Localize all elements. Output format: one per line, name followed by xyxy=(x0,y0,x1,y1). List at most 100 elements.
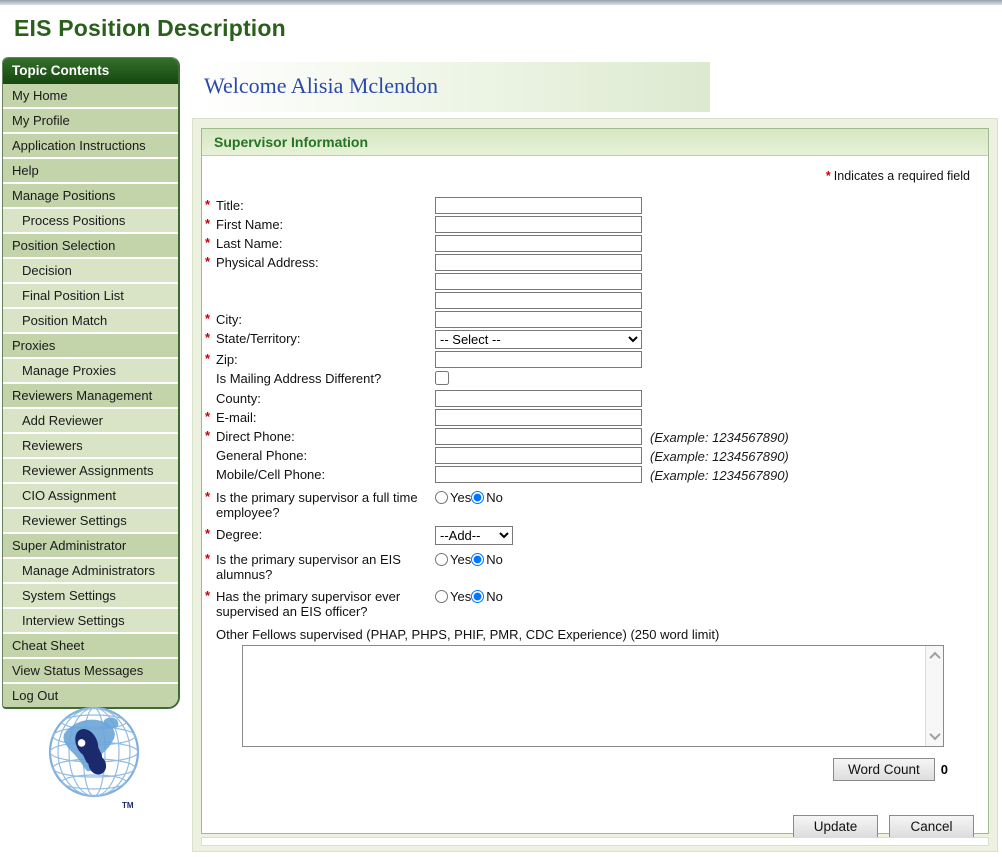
sidebar-item-reviewers-management[interactable]: Reviewers Management xyxy=(3,384,178,409)
degree-select[interactable]: --Add-- xyxy=(435,526,513,545)
degree-row: * Degree: --Add-- xyxy=(205,526,988,545)
physical-address-line2-input[interactable] xyxy=(435,273,642,290)
eis-globe-logo-icon: TM xyxy=(38,700,150,818)
sidebar-item-view-status-messages[interactable]: View Status Messages xyxy=(3,659,178,684)
sidebar-item-reviewer-settings[interactable]: Reviewer Settings xyxy=(3,509,178,534)
zip-input[interactable] xyxy=(435,351,642,368)
supervised-officer-no-radio[interactable] xyxy=(471,590,484,603)
sidebar-item-my-profile[interactable]: My Profile xyxy=(3,109,178,134)
mobile-phone-row: Mobile/Cell Phone: (Example: 1234567890) xyxy=(205,466,988,483)
county-row: County: xyxy=(205,390,988,407)
other-fellows-textarea-wrap xyxy=(242,645,944,747)
sidebar-item-process-positions[interactable]: Process Positions xyxy=(3,209,178,234)
direct-phone-label: Direct Phone: xyxy=(216,428,435,444)
cancel-button[interactable]: Cancel xyxy=(889,815,974,838)
alumnus-row: * Is the primary supervisor an EIS alumn… xyxy=(205,551,988,582)
physical-address-line3-row xyxy=(205,292,988,309)
mobile-phone-example: (Example: 1234567890) xyxy=(650,466,789,483)
sidebar-item-decision[interactable]: Decision xyxy=(3,259,178,284)
alumnus-no-radio[interactable] xyxy=(471,553,484,566)
county-input[interactable] xyxy=(435,390,642,407)
supervised-officer-yes-radio[interactable] xyxy=(435,590,448,603)
sidebar-item-position-selection[interactable]: Position Selection xyxy=(3,234,178,259)
sidebar-item-add-reviewer[interactable]: Add Reviewer xyxy=(3,409,178,434)
alumnus-yes-radio[interactable] xyxy=(435,553,448,566)
sidebar-item-manage-proxies[interactable]: Manage Proxies xyxy=(3,359,178,384)
sidebar-item-manage-positions[interactable]: Manage Positions xyxy=(3,184,178,209)
fulltime-label: Is the primary supervisor a full time em… xyxy=(216,489,435,520)
required-asterisk: * xyxy=(205,551,216,566)
physical-address-line1-input[interactable] xyxy=(435,254,642,271)
sidebar-item-interview-settings[interactable]: Interview Settings xyxy=(3,609,178,634)
textarea-scrollbar[interactable] xyxy=(925,646,943,746)
fulltime-no-radio[interactable] xyxy=(471,491,484,504)
panel-title: Supervisor Information xyxy=(202,129,988,156)
email-input[interactable] xyxy=(435,409,642,426)
supervised-officer-radio-group: Yes No xyxy=(435,588,503,604)
required-asterisk: * xyxy=(205,428,216,443)
last-name-input[interactable] xyxy=(435,235,642,252)
no-label: No xyxy=(486,552,503,567)
update-button[interactable]: Update xyxy=(793,815,878,838)
degree-label: Degree: xyxy=(216,526,435,542)
email-row: * E-mail: xyxy=(205,409,988,426)
supervised-officer-label: Has the primary supervisor ever supervis… xyxy=(216,588,435,619)
mobile-phone-label: Mobile/Cell Phone: xyxy=(216,466,435,482)
sidebar-header: Topic Contents xyxy=(3,58,178,84)
sidebar-item-manage-administrators[interactable]: Manage Administrators xyxy=(3,559,178,584)
city-input[interactable] xyxy=(435,311,642,328)
title-label: Title: xyxy=(216,197,435,213)
sidebar-item-cio-assignment[interactable]: CIO Assignment xyxy=(3,484,178,509)
physical-address-row: * Physical Address: xyxy=(205,254,988,271)
state-select[interactable]: -- Select -- xyxy=(435,330,642,349)
sidebar-item-cheat-sheet[interactable]: Cheat Sheet xyxy=(3,634,178,659)
zip-row: * Zip: xyxy=(205,351,988,368)
last-name-label: Last Name: xyxy=(216,235,435,251)
general-phone-row: General Phone: (Example: 1234567890) xyxy=(205,447,988,464)
required-asterisk: * xyxy=(205,351,216,366)
title-row: * Title: xyxy=(205,197,988,214)
alumnus-radio-group: Yes No xyxy=(435,551,503,567)
fulltime-yes-radio[interactable] xyxy=(435,491,448,504)
sidebar-item-help[interactable]: Help xyxy=(3,159,178,184)
physical-address-line3-input[interactable] xyxy=(435,292,642,309)
required-asterisk: * xyxy=(205,526,216,541)
required-asterisk: * xyxy=(826,169,831,183)
sidebar-item-position-match[interactable]: Position Match xyxy=(3,309,178,334)
top-divider-bar xyxy=(0,0,1002,5)
yes-label: Yes xyxy=(450,490,471,505)
required-asterisk: * xyxy=(205,311,216,326)
general-phone-input[interactable] xyxy=(435,447,642,464)
direct-phone-input[interactable] xyxy=(435,428,642,445)
mailing-different-label: Is Mailing Address Different? xyxy=(216,370,435,386)
first-name-row: * First Name: xyxy=(205,216,988,233)
sidebar-item-super-administrator[interactable]: Super Administrator xyxy=(3,534,178,559)
other-fellows-textarea[interactable] xyxy=(243,646,943,746)
sidebar-item-reviewer-assignments[interactable]: Reviewer Assignments xyxy=(3,459,178,484)
title-input[interactable] xyxy=(435,197,642,214)
no-label: No xyxy=(486,589,503,604)
word-count-button[interactable]: Word Count xyxy=(833,758,935,781)
required-asterisk: * xyxy=(205,330,216,345)
mailing-different-checkbox[interactable] xyxy=(435,371,449,385)
sidebar-item-system-settings[interactable]: System Settings xyxy=(3,584,178,609)
mobile-phone-input[interactable] xyxy=(435,466,642,483)
required-asterisk: * xyxy=(205,235,216,250)
first-name-input[interactable] xyxy=(435,216,642,233)
scroll-up-icon[interactable] xyxy=(929,652,940,663)
no-label: No xyxy=(486,490,503,505)
sidebar-item-my-home[interactable]: My Home xyxy=(3,84,178,109)
required-asterisk: * xyxy=(205,489,216,504)
required-asterisk: * xyxy=(205,197,216,212)
sidebar-item-final-position-list[interactable]: Final Position List xyxy=(3,284,178,309)
main-content-container: Supervisor Information *Indicates a requ… xyxy=(192,118,998,852)
sidebar-item-reviewers[interactable]: Reviewers xyxy=(3,434,178,459)
scroll-down-icon[interactable] xyxy=(929,729,940,740)
sidebar-item-proxies[interactable]: Proxies xyxy=(3,334,178,359)
required-field-note: *Indicates a required field xyxy=(826,169,970,183)
state-label: State/Territory: xyxy=(216,330,435,346)
email-label: E-mail: xyxy=(216,409,435,425)
sidebar-item-application-instructions[interactable]: Application Instructions xyxy=(3,134,178,159)
sidebar: Topic Contents My Home My Profile Applic… xyxy=(2,57,180,709)
fulltime-radio-group: Yes No xyxy=(435,489,503,505)
